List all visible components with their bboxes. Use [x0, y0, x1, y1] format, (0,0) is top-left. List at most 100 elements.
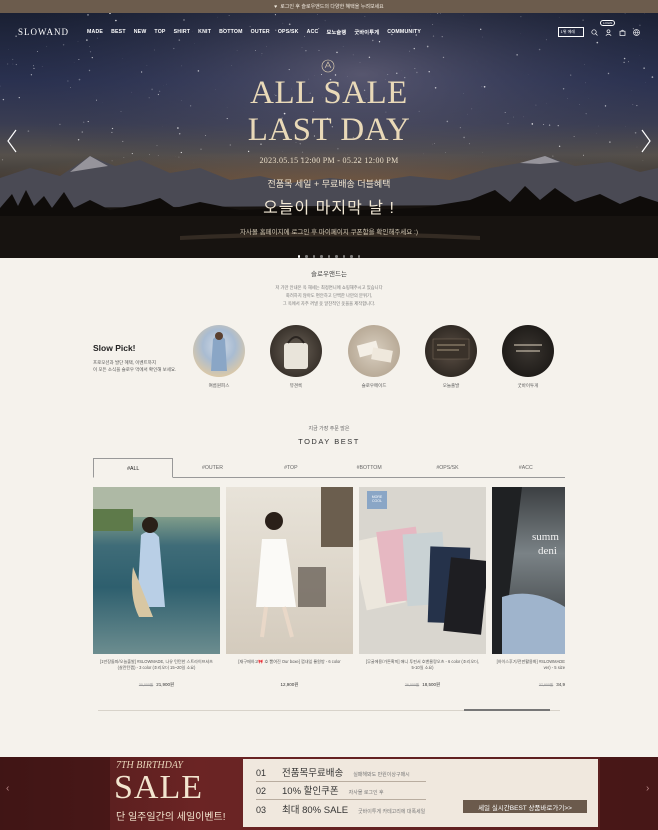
menu-item-outer[interactable]: OUTER [251, 29, 270, 36]
menu-item-bottom[interactable]: BOTTOM [219, 29, 243, 36]
product-price: 26,000원 18,500원 [359, 682, 486, 688]
slide-dot[interactable] [312, 255, 316, 258]
banner-tagline: 단 일주일간의 세일이벤트! [116, 812, 226, 823]
pick-label[interactable]: 오늘출발 [416, 383, 486, 389]
slow-pick-desc-line: 프로모션과 발단 혜택, 이벤트까지 [93, 360, 156, 365]
tab-ops-sk[interactable]: #OPS/SK [408, 458, 486, 477]
pick-vacance-look-image[interactable] [270, 325, 322, 377]
product-desc-line: (살란턴깸) - 3 color (조리오더 15~20일 소요) [117, 665, 196, 670]
menu-item-new[interactable]: NEW [134, 29, 147, 36]
search-icon[interactable] [590, 28, 598, 36]
pick-label[interactable]: 여름원피스 [184, 383, 254, 389]
product-description[interactable]: [무굴에용/가튼확끼] 애니 투핀서 호밴뮬랑오츠 - 6 color (조리오… [359, 659, 486, 671]
product-desc-line: ver) - 5 size [543, 665, 565, 670]
slide-dot[interactable] [305, 255, 308, 258]
intro-line: 그 옥에서 자주 꺼낼 옷 알찬적인 옷을을 제작합니다. [282, 301, 376, 306]
user-icon[interactable]: LOGIN [600, 20, 616, 36]
category-menu: MADE BEST NEW TOP SHIRT KNIT BOTTOM OUTE… [87, 29, 421, 36]
tab-top[interactable]: #TOP [252, 458, 330, 477]
slow-pick-desc-line: 이 모든 소식을 슬로우 먹에서 확인해 보세요. [93, 367, 177, 372]
pick-label[interactable]: 굿바이투게 [493, 383, 563, 389]
benefit-row: 03 최대 80% SALE 굿바이투게 카테고리에 대폭세일 [256, 802, 425, 816]
banner-next-icon[interactable]: › [646, 783, 649, 794]
best-title: TODAY BEST [298, 437, 360, 446]
announcement-bar[interactable]: ♥ 로그인 후 슬로우앤드의 다양한 혜택을 누려보세요 [0, 0, 658, 13]
intro-description: 저 가만 안내온 옥 해세는 최정면니에 쇼핑해주시고 있습니다 화려하지 않아… [0, 284, 658, 308]
hero-subtitle: 전품목 세일 + 무료배송 더블혜택 [267, 179, 391, 189]
product-scroll-thumb[interactable] [464, 709, 550, 711]
menu-item-ops-sk[interactable]: OPS/SK [278, 29, 299, 36]
benefit-number: 03 [256, 805, 267, 815]
slide-dot[interactable] [320, 255, 323, 258]
best-subtitle: 지금 가장 주문 많은 [308, 426, 350, 432]
product-image[interactable] [226, 487, 353, 654]
banner-sale-title: SALE [114, 769, 203, 806]
product-description[interactable]: [하이스후기/전판활용화] #SLOWMADE ver) - 5 size [492, 659, 565, 671]
site-logo[interactable]: SLOWAND [18, 27, 69, 37]
tab-bottom[interactable]: #BOTTOM [330, 458, 408, 477]
product-image[interactable]: MORE COOL [359, 487, 486, 654]
pick-label[interactable]: 뷰견룩 [261, 383, 331, 389]
sale-price: 34,9 [556, 682, 565, 687]
product-desc-line: 5-10일 소요) [411, 665, 434, 670]
menu-item-knit[interactable]: KNIT [198, 29, 211, 36]
language-select[interactable]: 1위 에레 [557, 27, 584, 37]
hero-headline: 오늘이 마지막 날 ! [263, 200, 395, 217]
hero-title-line1: ALL SALE [250, 75, 408, 111]
slide-pagination[interactable] [0, 255, 658, 258]
banner-prev-icon[interactable]: ‹ [6, 783, 9, 794]
product-image[interactable]: summ deni [492, 487, 565, 654]
login-tag[interactable]: LOGIN [600, 20, 616, 26]
slide-dot[interactable] [350, 255, 353, 258]
sale-price: 18,500원 [422, 682, 441, 687]
slide-dot[interactable] [342, 255, 346, 258]
benefit-number: 01 [256, 768, 267, 778]
menu-item-mono[interactable]: 모노슬랭 [326, 29, 346, 36]
next-slide-icon[interactable] [640, 128, 652, 154]
tab-all[interactable]: #ALL [93, 458, 174, 478]
slow-pick-description: 프로모션과 발단 혜택, 이벤트까지 이 모든 소식을 슬로우 먹에서 확인해 … [93, 359, 176, 373]
product-description[interactable]: [1만장돌파/오늘출발] #SLOWMADE, 나유 턴턴한 스트라이프셔츠 (… [93, 659, 220, 671]
menu-item-best[interactable]: BEST [111, 29, 126, 36]
pick-summer-dress-image[interactable] [193, 325, 245, 377]
product-price: 12,900원 [226, 682, 353, 688]
benefit-note: 자사몰 로그인 후 [348, 790, 384, 796]
pick-today-ship-image[interactable] [425, 325, 477, 377]
menu-item-made[interactable]: MADE [87, 29, 103, 36]
menu-item-goodbye[interactable]: 굿바이투게 [354, 29, 379, 36]
tab-acc[interactable]: #ACC [487, 458, 565, 477]
slide-dot[interactable] [335, 255, 338, 258]
menu-item-community[interactable]: COMMUNITY [387, 29, 421, 36]
main-navigation: SLOWAND MADE BEST NEW TOP SHIRT KNIT BOT… [0, 13, 658, 51]
product-overlay-text: summ [532, 531, 559, 543]
nav-utilities: 1위 에레 LOGIN [557, 20, 640, 37]
announcement-text: 로그인 후 슬로우앤드의 다양한 혜택을 누려보세요 [280, 4, 384, 10]
sale-best-button[interactable]: 세일 실시간BEST 상품바로가기>> [463, 800, 587, 813]
slide-dot[interactable] [357, 255, 361, 258]
menu-item-shirt[interactable]: SHIRT [174, 29, 191, 36]
menu-item-top[interactable]: TOP [154, 29, 165, 36]
benefit-note: 굿바이투게 카테고리에 대폭세일 [358, 809, 426, 815]
benefit-note: 실패해봐도 만원이상구매시 [353, 772, 410, 778]
benefit-row: 02 10% 할인쿠폰 자사몰 로그인 후 [256, 783, 384, 797]
product-overlay-text: deni [538, 545, 557, 557]
original-price: 26,000원 [404, 683, 420, 687]
product-description[interactable]: [재구매하고🎀 호 뽐여진 Our boxe] 껍내잎 롱원방 - 6 colo… [226, 659, 353, 665]
slide-dot[interactable] [327, 255, 331, 258]
sale-price: 21,900원 [156, 682, 175, 687]
slide-dot[interactable] [297, 255, 301, 258]
product-image[interactable] [93, 487, 220, 654]
heart-icon: ♥ [274, 3, 278, 10]
bag-icon[interactable] [618, 28, 626, 36]
hero-note: 자사몰 홈페이지에 로그인 후 마이페이지 쿠폰함을 확인해주세요 :) [239, 229, 419, 236]
globe-icon[interactable] [632, 28, 640, 36]
tab-outer[interactable]: #OUTER [173, 458, 251, 477]
benefit-number: 02 [256, 786, 267, 796]
menu-item-acc[interactable]: ACC [307, 29, 319, 36]
pick-goodbye-image[interactable] [502, 325, 554, 377]
product-price: 30,000원 21,900원 [93, 682, 220, 688]
prev-slide-icon[interactable] [6, 128, 18, 154]
pick-slowmade-image[interactable] [348, 325, 400, 377]
benefit-title: 최대 80% SALE [282, 805, 349, 816]
pick-label[interactable]: 슬로우메이드 [339, 383, 409, 389]
